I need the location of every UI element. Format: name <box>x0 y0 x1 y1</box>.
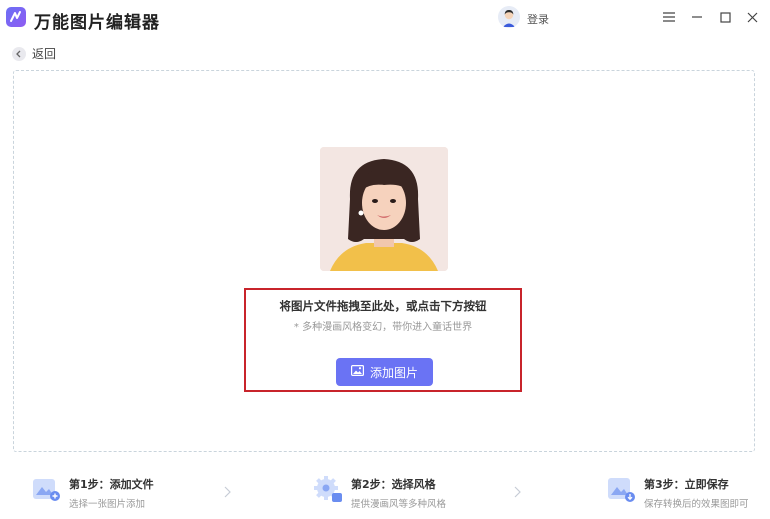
close-icon[interactable] <box>743 8 761 26</box>
sample-preview-image <box>320 147 448 271</box>
drop-instruction-text: 将图片文件拖拽至此处，或点击下方按钮 <box>279 299 487 313</box>
app-title: 万能图片编辑器 <box>34 13 160 33</box>
step-1: 第1步：添加文件 选择一张图片添加 <box>31 474 154 510</box>
back-button[interactable]: 返回 <box>12 45 56 62</box>
add-image-label: 添加图片 <box>369 365 418 380</box>
step-2-desc: 提供漫画风等多种风格 <box>351 499 447 510</box>
step-3-desc: 保存转换后的效果图即可 <box>644 499 749 510</box>
image-icon <box>350 365 364 379</box>
step-1-title: 第1步：添加文件 <box>69 478 154 491</box>
drop-hint-text: * 多种漫画风格变幻，带你进入童话世界 <box>293 322 473 333</box>
app-logo-icon <box>6 7 26 27</box>
minimize-icon[interactable] <box>688 8 706 26</box>
user-avatar-icon[interactable] <box>498 6 520 28</box>
chevron-left-icon <box>12 46 26 61</box>
login-link[interactable]: 登录 <box>527 11 549 27</box>
chevron-right-icon <box>222 483 232 498</box>
chevron-right-icon <box>512 483 522 498</box>
add-file-icon <box>31 474 61 504</box>
step-2-title: 第2步：选择风格 <box>351 478 436 491</box>
add-image-button[interactable]: 添加图片 <box>336 358 433 386</box>
save-image-icon <box>606 474 636 504</box>
back-label: 返回 <box>32 47 57 61</box>
step-2: 第2步：选择风格 提供漫画风等多种风格 <box>313 474 446 510</box>
maximize-icon[interactable] <box>716 8 734 26</box>
step-1-desc: 选择一张图片添加 <box>69 499 146 510</box>
step-3: 第3步：立即保存 保存转换后的效果图即可 <box>606 474 749 510</box>
title-bar: 万能图片编辑器 登录 <box>0 0 770 36</box>
hamburger-menu-icon[interactable] <box>660 8 678 26</box>
step-3-title: 第3步：立即保存 <box>644 478 729 491</box>
style-gear-icon <box>313 474 343 504</box>
